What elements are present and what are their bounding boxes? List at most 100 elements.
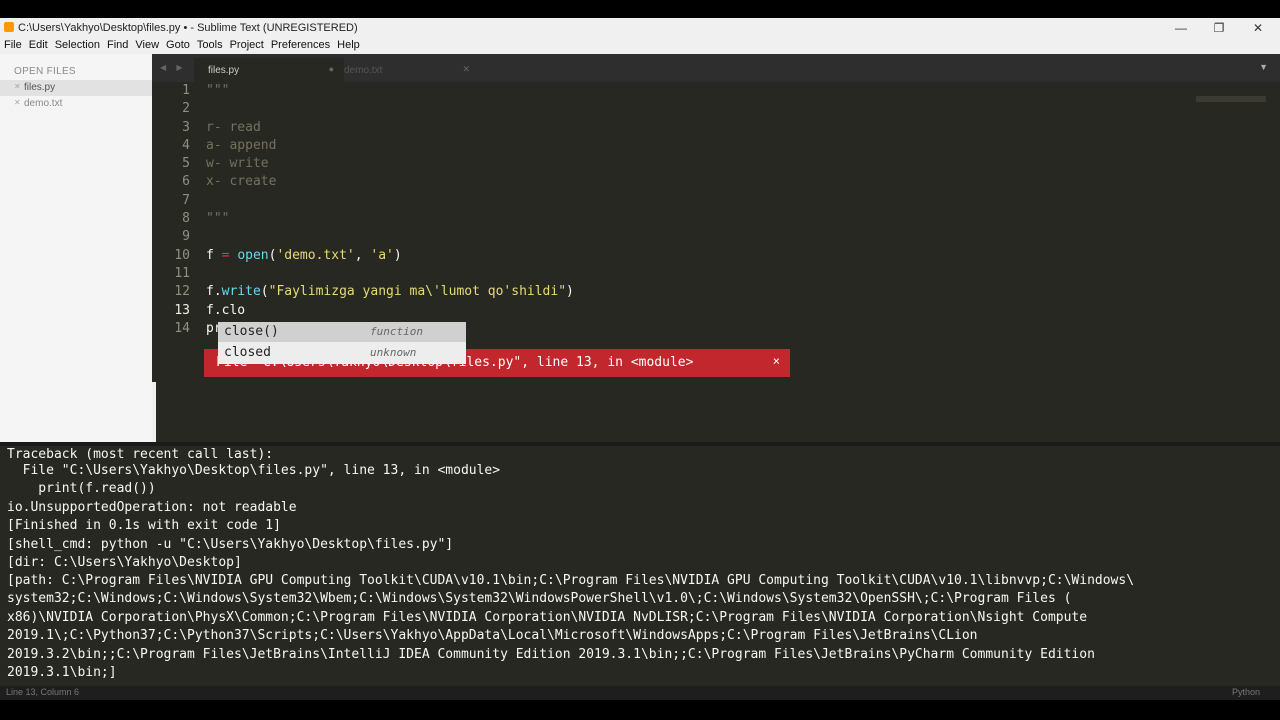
line-number: 2: [182, 101, 190, 117]
close-icon[interactable]: ✕: [462, 64, 470, 75]
menu-help[interactable]: Help: [333, 38, 363, 51]
line-number: 3: [182, 119, 190, 135]
line-number: 8: [182, 211, 190, 227]
completion-kind: function: [370, 325, 423, 338]
code-token: (: [260, 284, 269, 300]
console-line: [dir: C:\Users\Yakhyo\Desktop]: [7, 555, 242, 570]
sidebar-item-label: files.py: [24, 82, 56, 93]
menu-edit[interactable]: Edit: [25, 38, 51, 51]
code-token: open: [237, 247, 269, 263]
tab-demo-txt[interactable]: demo.txt ✕: [330, 58, 480, 82]
menu-view[interactable]: View: [131, 38, 162, 51]
tab-overflow-icon[interactable]: ▼: [1259, 62, 1268, 72]
line-number: 9: [182, 229, 190, 245]
tab-bar: ◀ ▶ files.py ● demo.txt ✕ ▼: [152, 54, 1280, 82]
completion-name: close(): [224, 324, 279, 339]
code-token: ): [566, 284, 574, 300]
line-number: 10: [174, 247, 190, 263]
restore-icon[interactable]: ❐: [1204, 19, 1234, 37]
line-number-gutter: 1 2 3 4 5 6 7 8 9 10 11 12 13 14: [152, 82, 190, 382]
console-line: [Finished in 0.1s with exit code 1]: [7, 518, 281, 533]
code-line-10: f = open('demo.txt', 'a'): [206, 247, 1266, 265]
window-title: C:\Users\Yakhyo\Desktop\files.py • - Sub…: [18, 22, 358, 34]
sidebar-item-label: demo.txt: [24, 98, 63, 109]
close-window-icon[interactable]: ✕: [1243, 19, 1273, 37]
menu-find[interactable]: Find: [103, 38, 131, 51]
close-icon[interactable]: ×: [773, 354, 780, 368]
code-token: =: [213, 247, 238, 263]
completion-kind: unknown: [370, 346, 417, 359]
menu-project[interactable]: Project: [226, 38, 267, 51]
code-token: 'demo.txt': [276, 247, 355, 263]
code-token: 'a': [370, 247, 394, 263]
tab-label: files.py: [208, 65, 240, 76]
autocomplete-item-closed[interactable]: closed unknown: [218, 343, 466, 363]
tab-files-py[interactable]: files.py ●: [194, 58, 344, 82]
code-line-6: x- create: [206, 174, 277, 190]
code-token: ): [393, 247, 402, 263]
sidebar-item-demo-txt[interactable]: ✕ demo.txt: [0, 96, 152, 112]
console-line: [shell_cmd: python -u "C:\Users\Yakhyo\D…: [7, 537, 454, 552]
line-number: 12: [174, 284, 190, 300]
console-line: [path: C:\Program Files\NVIDIA GPU Compu…: [7, 573, 1135, 588]
close-icon[interactable]: ✕: [14, 98, 21, 107]
open-files-header: OPEN FILES: [14, 66, 76, 77]
menu-file[interactable]: File: [0, 38, 25, 51]
code-line-3: r- read: [206, 119, 261, 135]
menu-goto[interactable]: Goto: [162, 38, 193, 51]
console-line: File "C:\Users\Yakhyo\Desktop\files.py",…: [7, 463, 501, 478]
code-token: f: [206, 247, 214, 263]
status-bar: Line 13, Column 6 Python: [0, 686, 1280, 700]
sublime-app-icon: [4, 22, 14, 32]
menu-bar: File Edit Selection Find View Goto Tools Projec…: [0, 38, 1280, 54]
tab-label: demo.txt: [344, 65, 383, 76]
code-line-1: """: [206, 83, 230, 98]
sidebar: OPEN FILES ✕ files.py ✕ demo.txt: [0, 54, 152, 442]
console-line: 2019.3.1\bin;]: [7, 665, 117, 680]
line-number: 5: [182, 156, 190, 172]
code-editor[interactable]: 1 2 3 4 5 6 7 8 9 10 11 12 13 14 """ r- …: [152, 82, 1280, 442]
cursor-position: Line 13, Column 6: [6, 687, 80, 697]
code-token: write: [221, 284, 261, 300]
syntax-selector[interactable]: Python: [1232, 687, 1260, 697]
minimize-icon[interactable]: —: [1166, 19, 1196, 37]
line-number: 11: [174, 265, 190, 281]
code-token: ,: [354, 247, 371, 263]
close-icon[interactable]: ✕: [14, 82, 21, 91]
autocomplete-popup[interactable]: close() function closed unknown: [218, 322, 466, 364]
code-line-8: """: [206, 211, 230, 227]
menu-preferences[interactable]: Preferences: [267, 38, 333, 51]
console-line: system32;C:\Windows;C:\Windows\System32\…: [7, 591, 1072, 606]
autocomplete-item-close[interactable]: close() function: [218, 322, 466, 342]
line-number: 13: [174, 302, 190, 318]
console-line: io.UnsupportedOperation: not readable: [7, 500, 297, 515]
line-number: 7: [182, 192, 190, 208]
tab-nav-arrows-icon[interactable]: ◀ ▶: [160, 63, 187, 72]
code-token: f.: [206, 284, 222, 300]
console-line: print(f.read()): [7, 481, 156, 496]
line-number: 1: [182, 83, 190, 98]
menu-selection[interactable]: Selection: [51, 38, 103, 51]
menu-tools[interactable]: Tools: [193, 38, 226, 51]
code-token: "Faylimizga yangi ma\'lumot qo'shildi": [268, 284, 567, 300]
console-line: 2019.3.2\bin;;C:\Program Files\JetBrains…: [7, 647, 1095, 662]
code-line-12: f.write("Faylimizga yangi ma\'lumot qo's…: [206, 283, 1266, 301]
completion-name: closed: [224, 345, 271, 360]
line-number: 14: [174, 320, 190, 336]
code-line-5: w- write: [206, 156, 269, 172]
code-area[interactable]: """ r- read a- append w- write x- create…: [206, 82, 1266, 338]
sidebar-item-files-py[interactable]: ✕ files.py: [0, 80, 152, 96]
line-number: 4: [182, 137, 190, 153]
console-line: x86)\NVIDIA Corporation\PhysX\Common;C:\…: [7, 610, 1088, 625]
build-output-panel[interactable]: Traceback (most recent call last): File …: [0, 446, 1280, 686]
line-number: 6: [182, 174, 190, 190]
title-bar: C:\Users\Yakhyo\Desktop\files.py • - Sub…: [0, 18, 1280, 38]
code-line-4: a- append: [206, 137, 277, 153]
editor-left-marker: [152, 382, 156, 442]
console-line: 2019.1\;C:\Python37;C:\Python37\Scripts;…: [7, 628, 978, 643]
code-line-13: f.clo: [206, 302, 246, 318]
